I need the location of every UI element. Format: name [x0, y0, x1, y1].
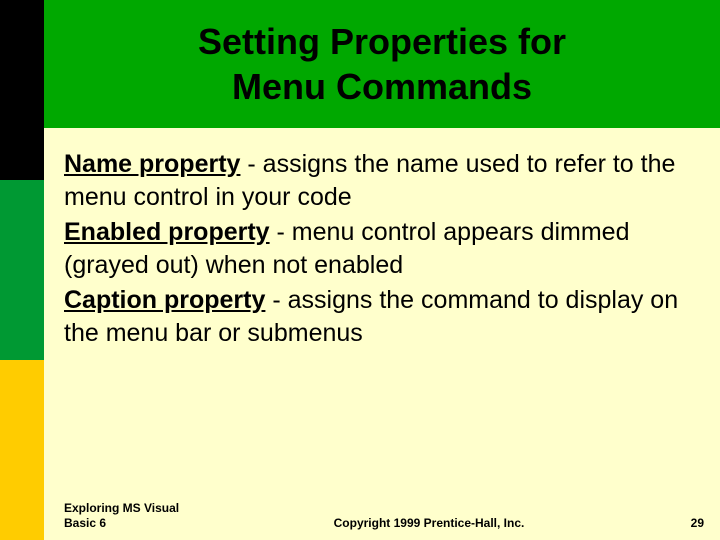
slide-title-bar: Setting Properties for Menu Commands: [44, 0, 720, 128]
property-item: Caption property - assigns the command t…: [64, 284, 694, 350]
property-item: Enabled property - menu control appears …: [64, 216, 694, 282]
sidebar-color-stripe: [0, 0, 44, 540]
slide-footer: Exploring MS Visual Basic 6 Copyright 19…: [64, 501, 704, 530]
title-line1: Setting Properties for: [198, 21, 566, 62]
property-head: Caption property: [64, 286, 265, 314]
footer-center: Copyright 1999 Prentice-Hall, Inc.: [214, 516, 644, 530]
slide-number: 29: [644, 516, 704, 530]
title-line2: Menu Commands: [232, 66, 532, 107]
footer-left: Exploring MS Visual Basic 6: [64, 501, 214, 530]
slide-title: Setting Properties for Menu Commands: [198, 19, 566, 109]
property-item: Name property - assigns the name used to…: [64, 148, 694, 214]
property-head: Name property: [64, 150, 240, 178]
slide-body: Name property - assigns the name used to…: [64, 148, 694, 352]
stripe-black: [0, 0, 44, 180]
stripe-green: [0, 180, 44, 360]
stripe-yellow: [0, 360, 44, 540]
property-head: Enabled property: [64, 218, 270, 246]
